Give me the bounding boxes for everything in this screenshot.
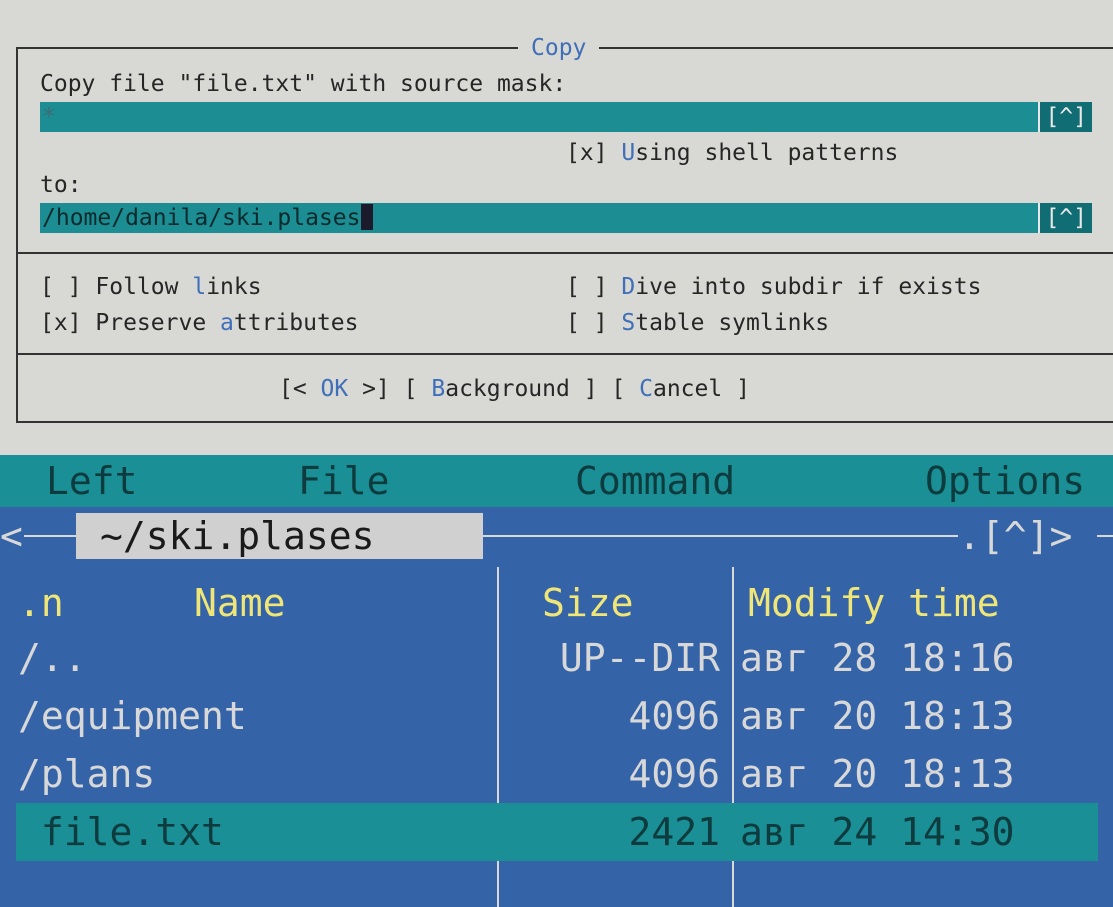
copy-dialog: Copy Copy file "file.txt" with source ma… <box>0 0 1113 455</box>
dialog-buttons: [< OK >] [ Background ] [ Cancel ] <box>279 374 750 404</box>
destination-value: /home/danila/ski.plases <box>42 203 373 233</box>
column-header-mtime[interactable]: Modify time <box>748 577 1000 629</box>
menu-file[interactable]: File <box>298 455 390 507</box>
source-mask-input[interactable]: * [^] <box>40 102 1092 132</box>
follow-links-checkbox[interactable]: [ ] Follow links <box>40 272 262 302</box>
destination-history-button[interactable]: [^] <box>1038 203 1092 233</box>
file-row[interactable]: /.. UP--DIR авг 28 18:16 <box>0 629 1113 687</box>
menu-bar: Left File Command Options <box>0 455 1113 507</box>
dive-into-subdir-checkbox[interactable]: [ ] Dive into subdir if exists <box>566 272 981 302</box>
panel-border <box>24 535 76 537</box>
column-header-name[interactable]: Name <box>194 577 286 629</box>
stable-symlinks-checkbox[interactable]: [ ] Stable symlinks <box>566 308 829 338</box>
menu-options[interactable]: Options <box>925 455 1085 507</box>
source-history-button[interactable]: [^] <box>1038 102 1092 132</box>
panel-border <box>1097 535 1113 537</box>
panel-history-button[interactable]: .[^]> <box>958 513 1072 559</box>
dialog-separator <box>16 353 1113 355</box>
ok-button[interactable]: [< OK >] <box>279 376 390 402</box>
destination-input[interactable]: /home/danila/ski.plases [^] <box>40 203 1092 233</box>
background-button[interactable]: [ Background ] <box>404 376 598 402</box>
preserve-attributes-checkbox[interactable]: [x] Preserve attributes <box>40 308 359 338</box>
dialog-title: Copy <box>518 33 600 63</box>
panel-border <box>483 535 958 537</box>
text-cursor <box>360 204 373 230</box>
file-row[interactable]: /plans 4096 авг 20 18:13 <box>0 745 1113 803</box>
menu-left[interactable]: Left <box>46 455 138 507</box>
dialog-separator <box>16 252 1113 254</box>
file-panel: < ~/ski.plases .[^]> .n Name Size Modify… <box>0 507 1113 907</box>
sort-indicator[interactable]: .n <box>18 577 64 629</box>
column-header-size[interactable]: Size <box>542 577 634 629</box>
menu-command[interactable]: Command <box>575 455 735 507</box>
destination-label: to: <box>40 172 82 198</box>
source-mask-label: Copy file "file.txt" with source mask: <box>40 71 567 97</box>
file-row[interactable]: /equipment 4096 авг 20 18:13 <box>0 687 1113 745</box>
file-row-selected[interactable]: file.txt 2421 авг 24 14:30 <box>0 803 1113 861</box>
shell-patterns-checkbox[interactable]: [x] Using shell patterns <box>566 138 898 168</box>
source-mask-value: * <box>42 104 56 130</box>
nav-left-arrow[interactable]: < <box>0 513 23 559</box>
current-path[interactable]: ~/ski.plases <box>76 513 483 559</box>
terminal-window: Copy Copy file "file.txt" with source ma… <box>0 0 1113 907</box>
cancel-button[interactable]: [ Cancel ] <box>611 376 750 402</box>
